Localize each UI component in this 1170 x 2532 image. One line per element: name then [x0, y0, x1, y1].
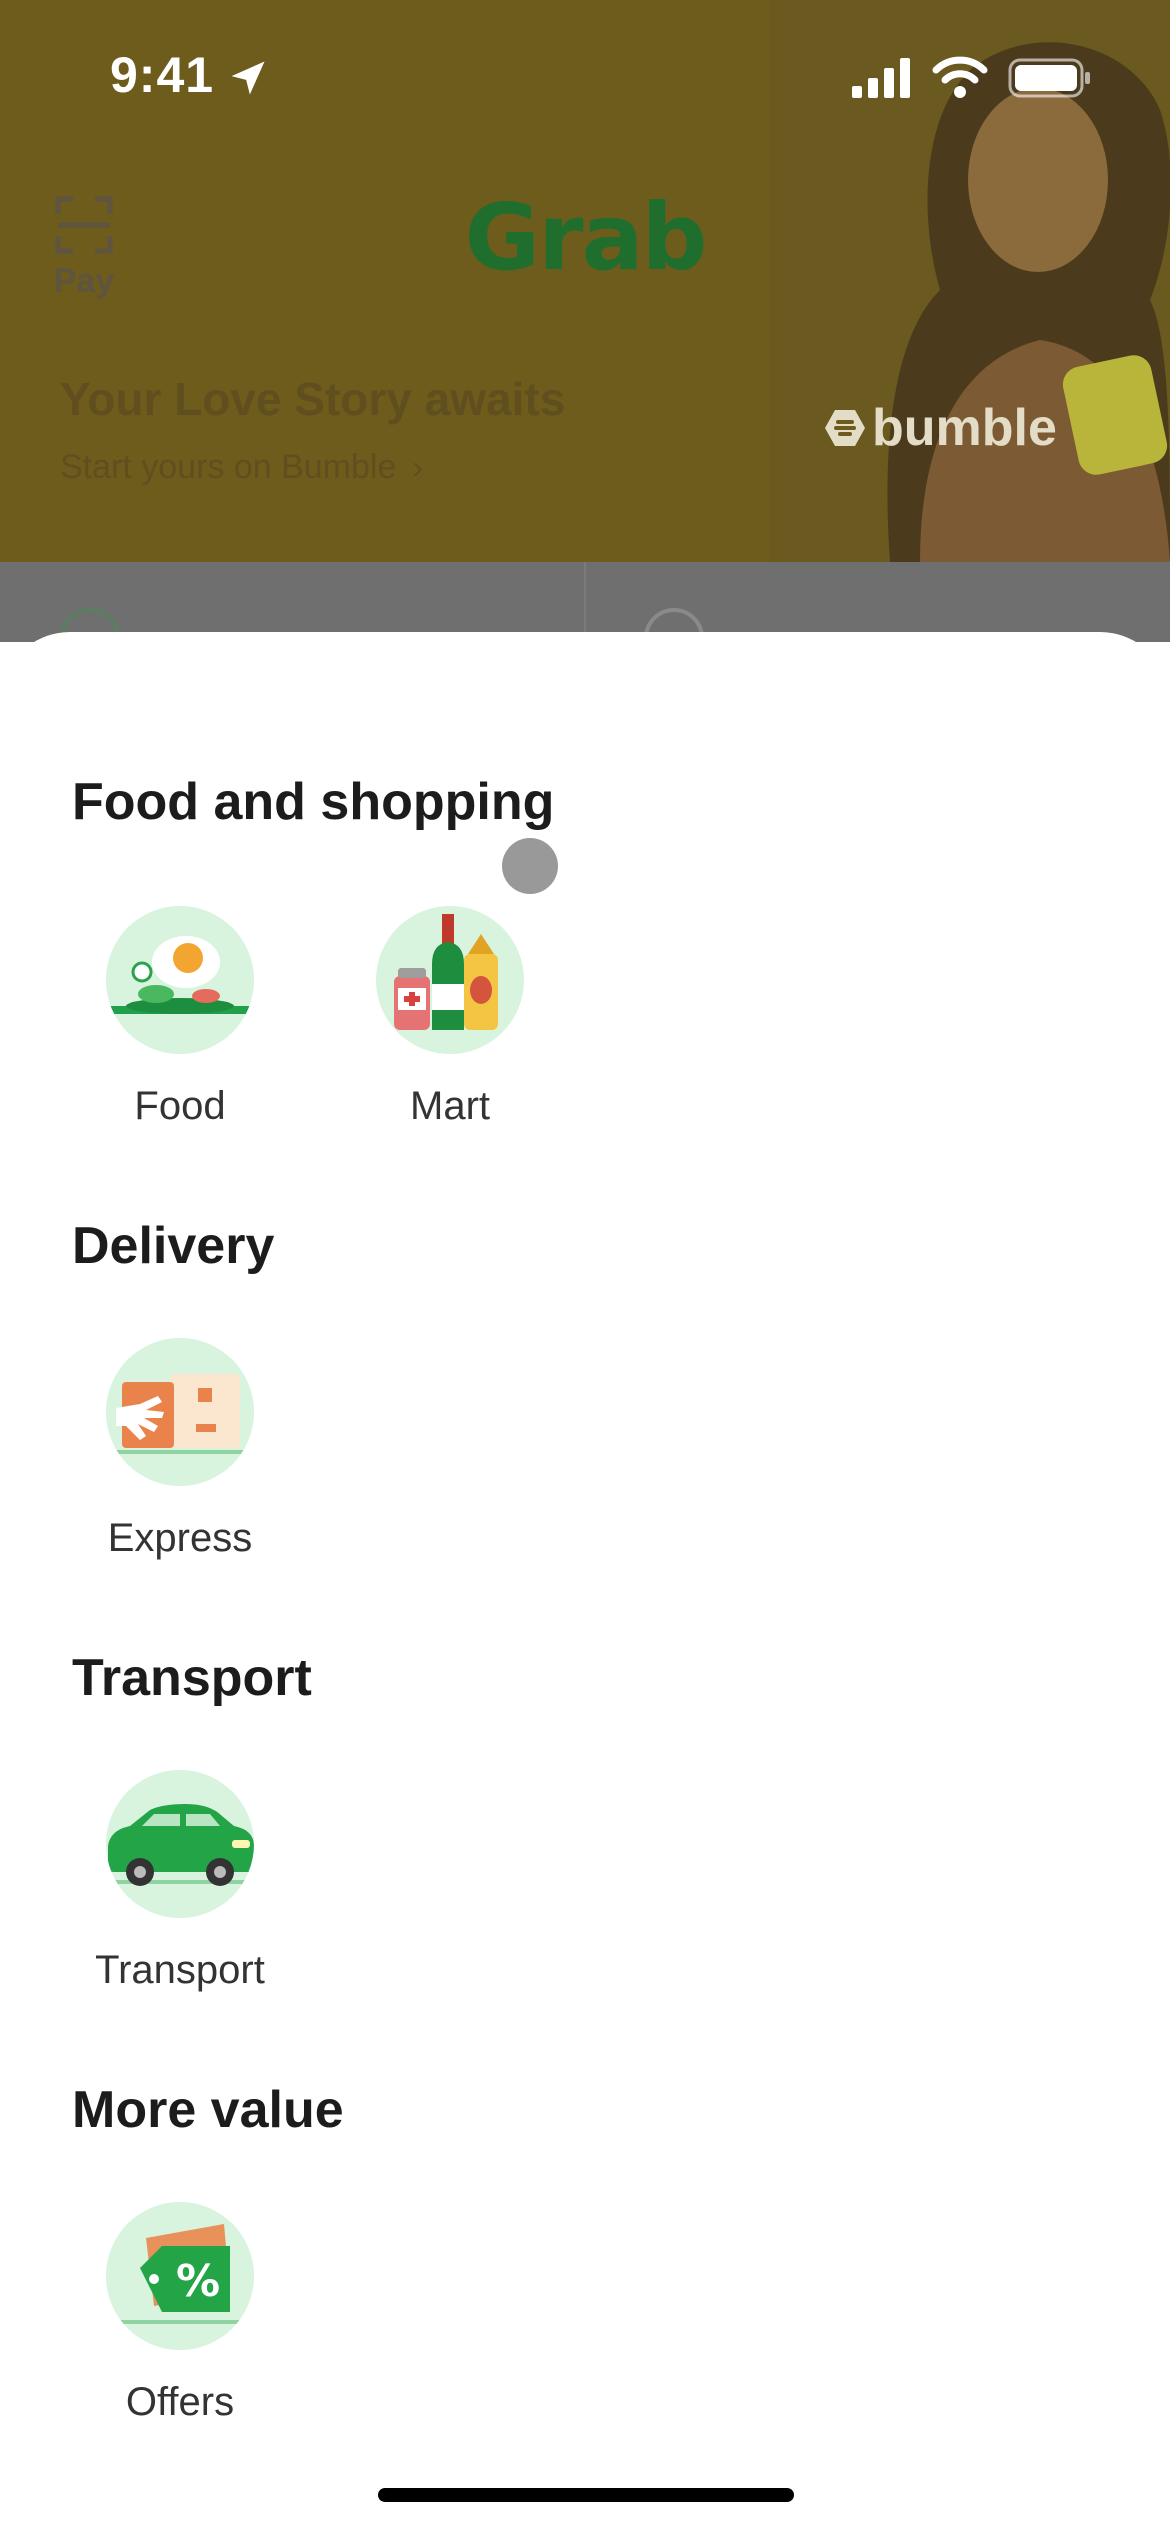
svg-text:%: % [176, 2256, 220, 2307]
car-icon [106, 1770, 254, 1918]
touch-indicator [502, 838, 558, 894]
battery-icon [1008, 58, 1090, 98]
section-title-transport: Transport [72, 1649, 312, 1707]
section-title-food-and-shopping: Food and shopping [72, 773, 555, 831]
promo-title: Your Love Story awaits [60, 373, 566, 425]
status-bar: 9:41 [0, 0, 1170, 150]
promo-link-text: Start yours on Bumble [60, 448, 397, 486]
bumble-hexagon-icon [825, 410, 865, 446]
bumble-logo: bumble [824, 398, 1057, 458]
section-title-delivery: Delivery [72, 1217, 275, 1275]
service-tile-label: Mart [410, 1084, 490, 1128]
promo-banner[interactable]: 9:41 Pay Grab Your Love Story awaits Sta… [0, 0, 1170, 562]
quick-actions-divider [584, 562, 586, 642]
section-title-more-value: More value [72, 2081, 344, 2139]
services-sheet: Food and shopping Food Mart Delivery Exp… [0, 632, 1170, 2532]
bumble-wordmark: bumble [872, 399, 1057, 457]
status-time: 9:41 [110, 47, 215, 103]
food-icon [106, 906, 254, 1054]
mart-icon [376, 906, 524, 1054]
express-icon [106, 1338, 254, 1486]
chevron-right-icon: › [412, 449, 424, 485]
home-indicator[interactable] [378, 2488, 794, 2502]
service-tile-label: Transport [95, 1948, 265, 1992]
offers-icon: % [106, 2202, 254, 2350]
service-tile-label: Express [107, 1516, 253, 1560]
service-tile-label: Food [134, 1084, 226, 1128]
service-tile-express[interactable]: Express [60, 1338, 300, 1561]
service-tile-label: Offers [125, 2380, 235, 2424]
grab-logo: Grab [464, 184, 708, 291]
service-tile-transport[interactable]: Transport [60, 1770, 300, 1993]
service-tile-offers[interactable]: % Offers [60, 2202, 300, 2425]
cellular-signal-icon [852, 58, 910, 98]
promo-link[interactable]: Start yours on Bumble › [60, 448, 423, 487]
wifi-icon [932, 56, 988, 98]
service-tile-mart[interactable]: Mart [330, 906, 570, 1129]
location-arrow-icon [231, 61, 265, 95]
service-tile-food[interactable]: Food [60, 906, 300, 1129]
